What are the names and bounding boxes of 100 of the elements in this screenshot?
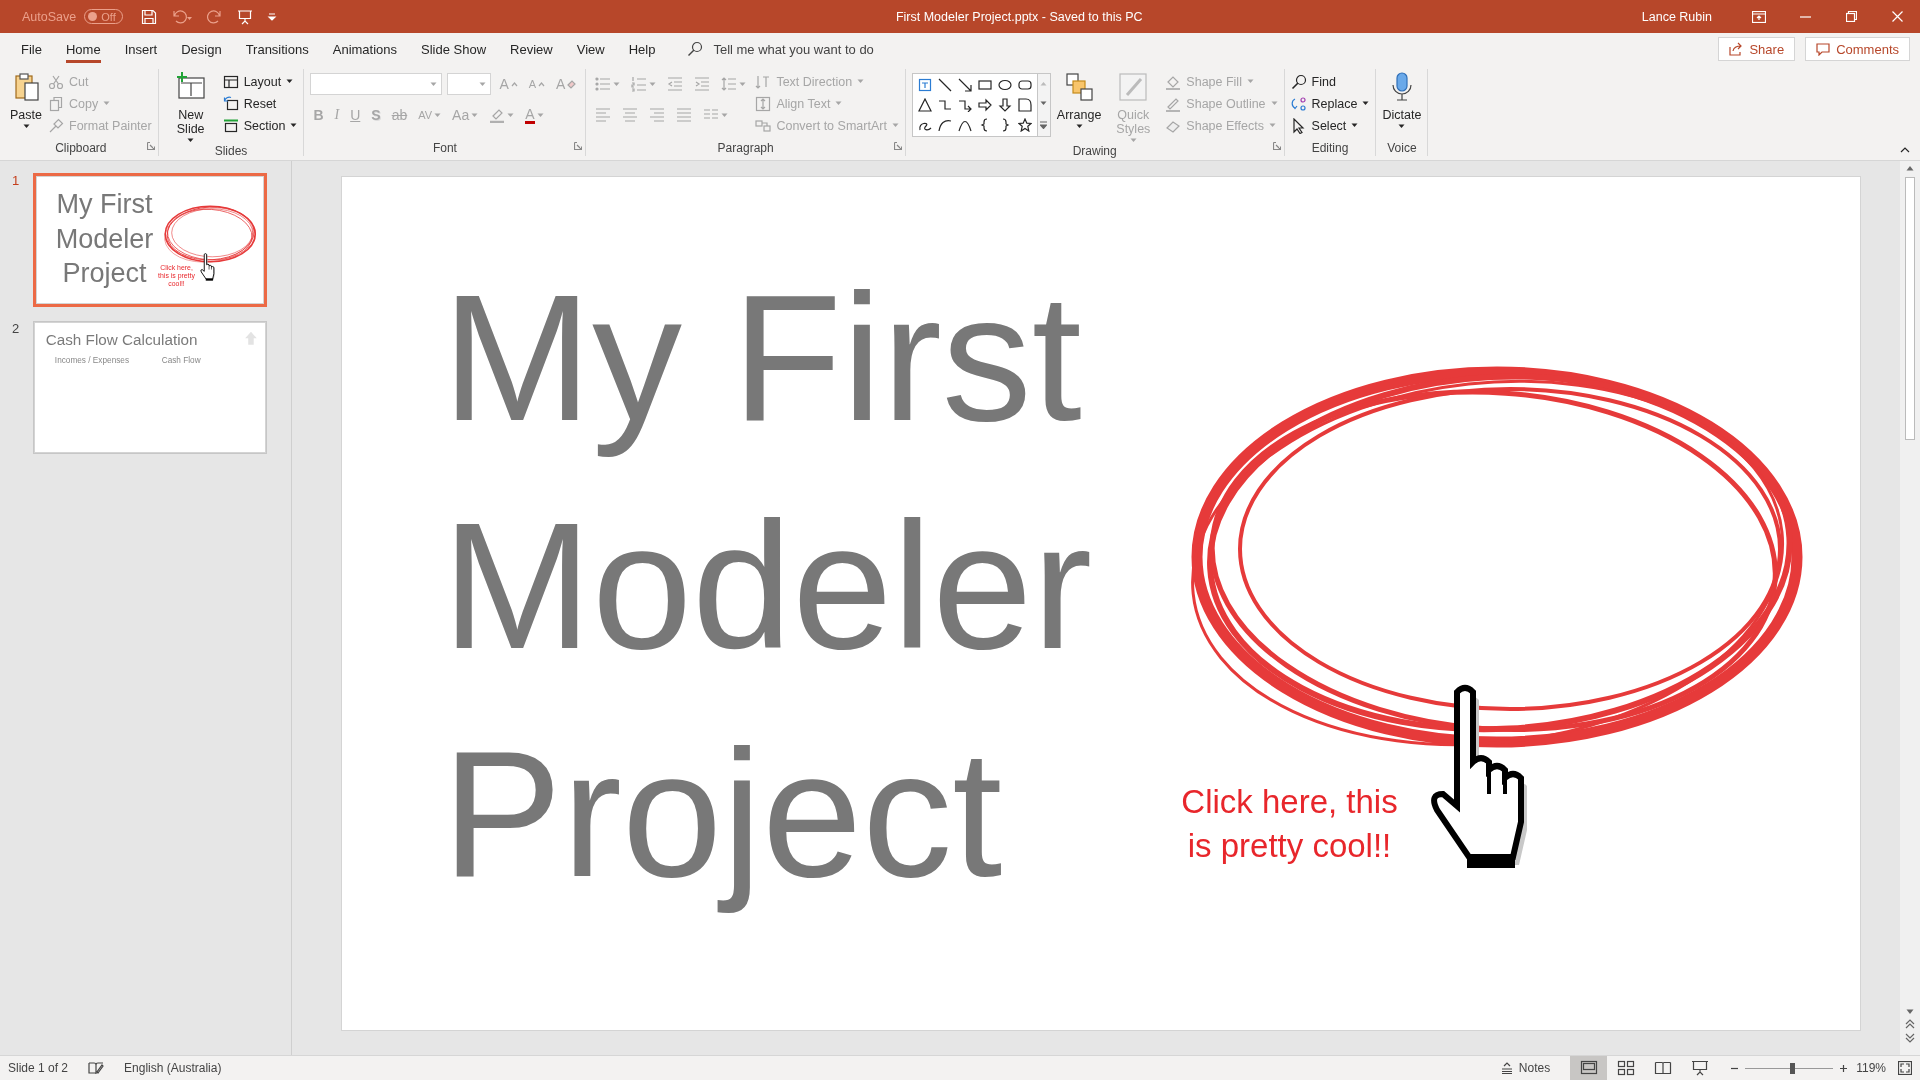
- find-button[interactable]: Find: [1290, 72, 1370, 91]
- rounded-rectangle-icon[interactable]: [1017, 78, 1032, 92]
- ribbon-tab[interactable]: Review: [498, 33, 565, 65]
- arrange-icon: [1063, 71, 1096, 103]
- caret-icon: [187, 138, 195, 143]
- fit-to-window-icon[interactable]: [1898, 1061, 1912, 1075]
- right-arrow-icon[interactable]: [977, 98, 992, 112]
- close-icon: [1891, 11, 1903, 22]
- paste-button[interactable]: Paste: [10, 69, 42, 129]
- view-icon: [1690, 1059, 1709, 1077]
- tell-me-field[interactable]: Tell me what you want to do: [711, 40, 952, 58]
- comment-icon: [1816, 42, 1831, 56]
- dictate-button[interactable]: Dictate: [1382, 69, 1422, 129]
- view-icon: [1653, 1059, 1672, 1077]
- text-direction-icon: [755, 73, 772, 90]
- dialog-launcher-icon[interactable]: [574, 142, 583, 150]
- eraser-icon: [567, 79, 577, 89]
- caret-icon: [649, 81, 657, 87]
- previous-slide-icon[interactable]: [1905, 1019, 1915, 1029]
- smartart-icon: [755, 117, 772, 134]
- normal-view-button[interactable]: [1570, 1056, 1608, 1080]
- arrow-icon[interactable]: [957, 78, 972, 92]
- language-label[interactable]: English (Australia): [124, 1061, 222, 1075]
- select-button[interactable]: Select: [1290, 116, 1370, 135]
- arc-icon[interactable]: [937, 118, 952, 132]
- undo-icon[interactable]: [170, 8, 193, 25]
- save-icon[interactable]: [140, 8, 157, 25]
- quick-styles-icon: [1117, 71, 1150, 103]
- collapse-ribbon-icon[interactable]: [1900, 147, 1910, 153]
- align-left-icon: [595, 107, 612, 123]
- dialog-launcher-icon[interactable]: [893, 142, 902, 150]
- caret-icon: [721, 112, 729, 118]
- slide-canvas[interactable]: My First Modeler Project Click here, this is pretty cool!!: [341, 176, 1861, 1031]
- bullets-icon: [595, 76, 612, 92]
- zoom-slider[interactable]: [1745, 1062, 1834, 1074]
- star-icon[interactable]: [1017, 118, 1032, 132]
- restore-icon: [1845, 11, 1857, 22]
- scroll-down-icon[interactable]: [1906, 1009, 1914, 1015]
- flowchart-shape-icon[interactable]: [1017, 98, 1032, 112]
- elbow-connector-icon[interactable]: [937, 98, 952, 112]
- caret-icon: [290, 123, 298, 128]
- ribbon-tab[interactable]: View: [564, 33, 617, 65]
- dialog-launcher-icon[interactable]: [146, 142, 155, 150]
- scroll-up-icon[interactable]: [1906, 165, 1914, 171]
- arrange-button[interactable]: Arrange: [1056, 69, 1102, 129]
- ribbon-tab[interactable]: File: [9, 33, 54, 65]
- ribbon-tab[interactable]: Help: [616, 33, 668, 65]
- caret-icon: [891, 123, 899, 128]
- spelling-check-icon[interactable]: [88, 1061, 105, 1075]
- next-slide-icon[interactable]: [1905, 1033, 1915, 1043]
- caret-icon: [103, 101, 111, 106]
- oval-icon[interactable]: [997, 78, 1012, 92]
- ribbon-tab[interactable]: Animations: [320, 33, 410, 65]
- down-arrow-icon[interactable]: [997, 98, 1012, 112]
- search-icon: [1290, 73, 1307, 90]
- ribbon-tab[interactable]: Slide Show: [409, 33, 499, 65]
- caret-icon: [22, 124, 30, 129]
- more-icon[interactable]: [1040, 120, 1048, 129]
- up-arrow-icon: [244, 331, 258, 346]
- increase-indent-icon: [694, 76, 711, 92]
- replace-button[interactable]: Replace: [1290, 94, 1370, 113]
- slide-thumbnail[interactable]: Cash Flow Calculation Incomes / Expenses Cash Flow: [33, 321, 267, 454]
- section-icon: [222, 117, 239, 134]
- caret-icon: [739, 81, 747, 87]
- redo-icon[interactable]: [206, 8, 223, 25]
- text-box-icon[interactable]: [917, 78, 932, 92]
- ribbon-tab[interactable]: Home: [53, 33, 113, 65]
- triangle-icon[interactable]: [917, 98, 932, 112]
- ribbon-tab[interactable]: Insert: [112, 33, 170, 65]
- dialog-launcher-icon[interactable]: [1272, 142, 1281, 150]
- ribbon-tab[interactable]: Transitions: [233, 33, 321, 65]
- caret-icon: [1129, 138, 1137, 143]
- customize-icon[interactable]: [266, 11, 277, 22]
- present-icon[interactable]: [236, 8, 253, 25]
- caret-icon: [613, 81, 621, 87]
- slide-number: 1: [12, 173, 21, 188]
- rectangle-icon[interactable]: [977, 78, 992, 92]
- new-slide-button[interactable]: New Slide: [164, 69, 217, 143]
- comments-button[interactable]: Comments: [1805, 37, 1910, 61]
- zoom-in-icon[interactable]: [1839, 1063, 1849, 1073]
- share-button[interactable]: Share: [1718, 37, 1796, 61]
- line-icon[interactable]: [937, 78, 952, 92]
- search-icon[interactable]: [687, 41, 704, 57]
- notes-button[interactable]: Notes: [1500, 1061, 1551, 1075]
- caret-icon: [1075, 124, 1083, 129]
- reset-button[interactable]: Reset: [222, 94, 298, 113]
- group-label: Voice: [1387, 140, 1417, 156]
- layout-icon: [222, 73, 239, 90]
- zoom-level[interactable]: 119%: [1856, 1061, 1886, 1075]
- scrollbar-thumb[interactable]: [1905, 177, 1915, 440]
- elbow-arrow-icon[interactable]: [957, 98, 972, 112]
- layout-button[interactable]: Layout: [222, 72, 298, 91]
- column-label: Cash Flow: [161, 355, 201, 366]
- caret-icon: [1398, 124, 1406, 129]
- ribbon-tab[interactable]: Design: [169, 33, 234, 65]
- align-center-icon: [622, 107, 639, 123]
- align-right-icon: [649, 107, 666, 123]
- align-text-icon: [755, 95, 772, 112]
- curve-icon[interactable]: [957, 118, 972, 132]
- section-button[interactable]: Section: [222, 116, 298, 135]
